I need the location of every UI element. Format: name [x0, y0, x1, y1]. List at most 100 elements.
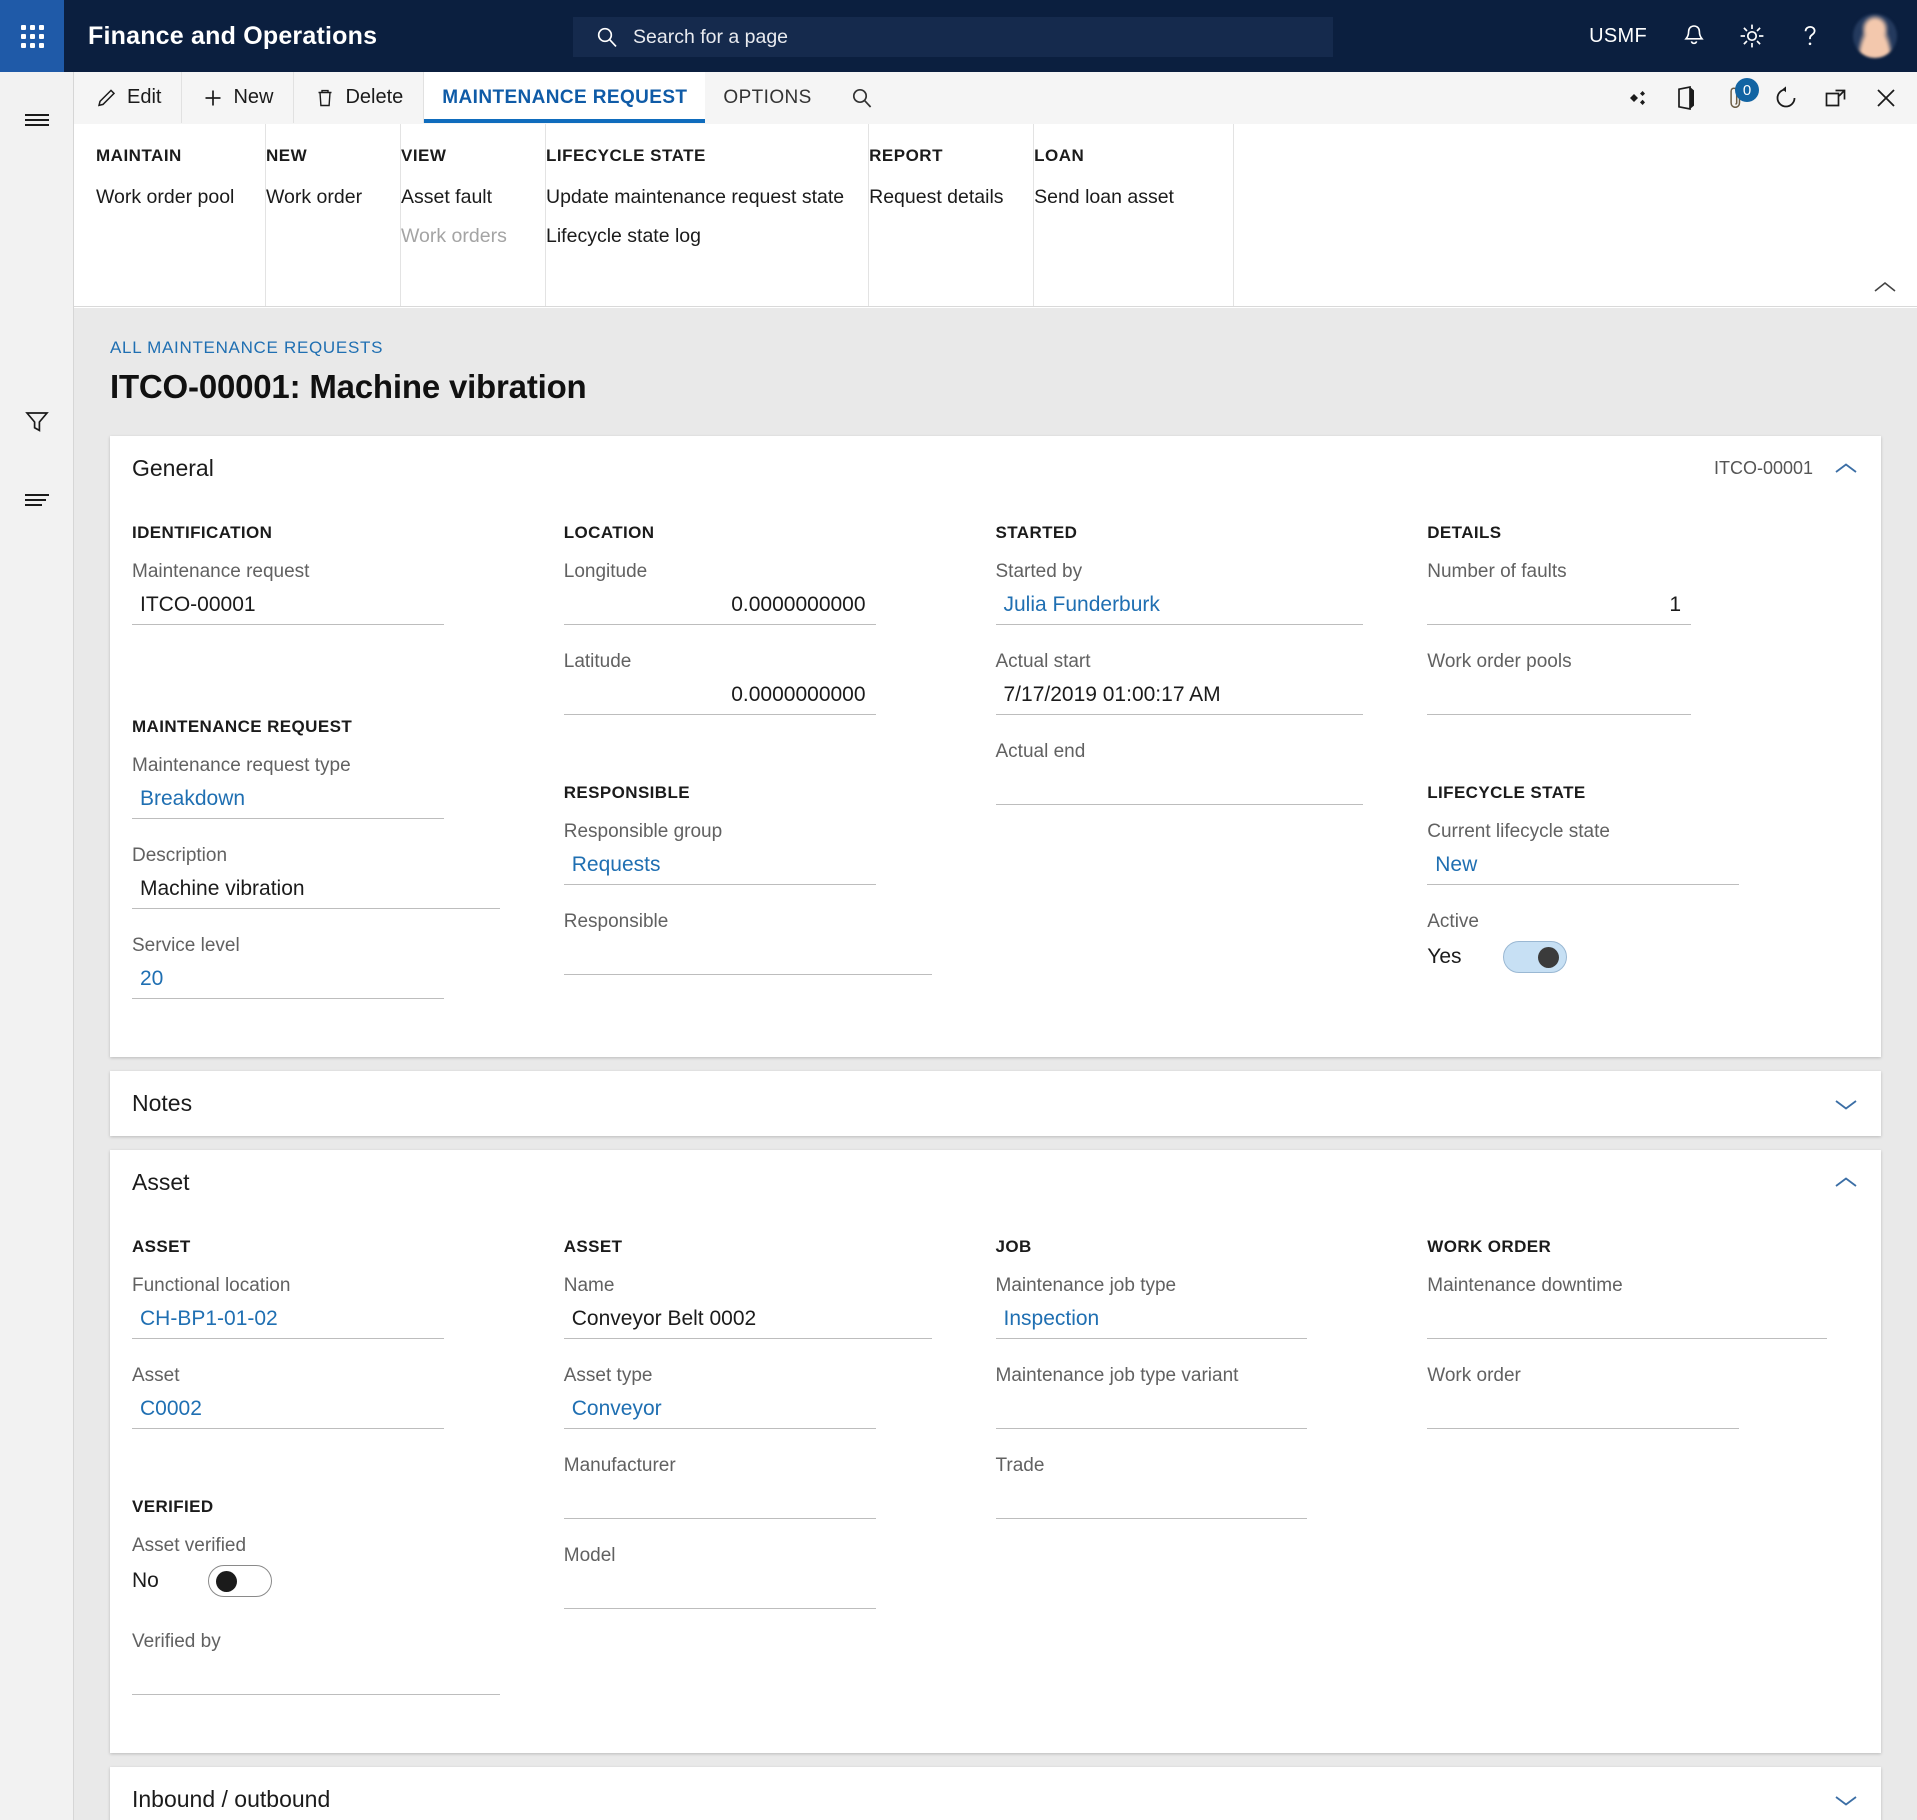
close-icon[interactable] [1863, 72, 1909, 124]
field-verified-by: Verified by [132, 1631, 532, 1695]
field-value[interactable]: ITCO-00001 [132, 591, 444, 625]
field-value[interactable] [1427, 1395, 1739, 1429]
ribbon-group-view: VIEW Asset fault Work orders [401, 124, 546, 306]
help-question-icon[interactable] [1781, 0, 1839, 72]
group-label-details: DETAILS [1427, 523, 1827, 543]
field-functional-location: Functional location CH-BP1-01-02 [132, 1275, 532, 1339]
asset-verified-toggle[interactable] [208, 1565, 272, 1597]
delete-button[interactable]: Delete [294, 72, 424, 123]
section-notes-header[interactable]: Notes [110, 1071, 1881, 1136]
field-label: Asset [132, 1365, 532, 1387]
section-general-header[interactable]: General ITCO-00001 [110, 436, 1881, 501]
relationships-icon[interactable] [1613, 72, 1659, 124]
field-value[interactable]: CH-BP1-01-02 [132, 1305, 444, 1339]
field-label: Active [1427, 911, 1827, 933]
field-label: Asset verified [132, 1535, 532, 1557]
ribbon-group-title: LIFECYCLE STATE [546, 146, 844, 166]
field-value[interactable] [996, 771, 1364, 805]
field-longitude: Longitude 0.0000000000 [564, 561, 964, 625]
attachment-icon[interactable]: 0 [1713, 72, 1759, 124]
field-value[interactable] [564, 1575, 876, 1609]
field-asset-type: Asset type Conveyor [564, 1365, 964, 1429]
field-value[interactable]: Breakdown [132, 785, 444, 819]
ribbon-item-work-order[interactable]: Work order [266, 186, 376, 209]
field-value[interactable]: 0.0000000000 [564, 681, 876, 715]
field-trade: Trade [996, 1455, 1396, 1519]
office-app-icon[interactable] [1663, 72, 1709, 124]
breadcrumb[interactable]: ALL MAINTENANCE REQUESTS [74, 308, 1917, 358]
field-value[interactable] [564, 941, 932, 975]
general-column-started: STARTED Started by Julia Funderburk Actu… [996, 505, 1428, 1025]
new-button-label: New [233, 86, 273, 109]
field-value[interactable]: Conveyor [564, 1395, 876, 1429]
action-search-icon[interactable] [830, 72, 894, 123]
user-avatar[interactable] [1853, 14, 1897, 58]
field-asset-verified: Asset verified No [132, 1535, 532, 1597]
field-work-order-pools: Work order pools [1427, 651, 1827, 715]
notification-bell-icon[interactable] [1665, 0, 1723, 72]
ribbon-item-lifecycle-state-log[interactable]: Lifecycle state log [546, 225, 844, 248]
group-label-asset: ASSET [132, 1237, 532, 1257]
field-value[interactable]: Conveyor Belt 0002 [564, 1305, 932, 1339]
field-label: Responsible [564, 911, 964, 933]
page-body: ALL MAINTENANCE REQUESTS ITCO-00001: Mac… [74, 308, 1917, 1820]
section-general-body: IDENTIFICATION Maintenance request ITCO-… [110, 501, 1881, 1057]
field-value[interactable]: 1 [1427, 591, 1691, 625]
chevron-up-icon[interactable] [1833, 1174, 1859, 1192]
left-rail [0, 72, 74, 1820]
field-value[interactable]: C0002 [132, 1395, 444, 1429]
active-toggle[interactable] [1503, 941, 1567, 973]
section-inbound-outbound-header[interactable]: Inbound / outbound [110, 1767, 1881, 1820]
ribbon-item-asset-fault[interactable]: Asset fault [401, 186, 521, 209]
chevron-down-icon[interactable] [1833, 1791, 1859, 1809]
refresh-icon[interactable] [1763, 72, 1809, 124]
field-value[interactable] [996, 1485, 1308, 1519]
tab-maintenance-request[interactable]: MAINTENANCE REQUEST [424, 72, 705, 123]
trash-icon [314, 87, 336, 109]
list-view-icon[interactable] [0, 474, 74, 526]
ribbon-item-update-maintenance-request-state[interactable]: Update maintenance request state [546, 186, 844, 209]
field-value[interactable]: 20 [132, 965, 444, 999]
field-value[interactable] [1427, 681, 1691, 715]
field-actual-end: Actual end [996, 741, 1396, 805]
field-value[interactable]: Inspection [996, 1305, 1308, 1339]
page-search-input[interactable]: Search for a page [573, 17, 1333, 57]
chevron-up-icon[interactable] [1871, 278, 1899, 298]
gear-icon[interactable] [1723, 0, 1781, 72]
field-value[interactable]: 7/17/2019 01:00:17 AM [996, 681, 1364, 715]
field-value[interactable]: 0.0000000000 [564, 591, 876, 625]
section-asset-header[interactable]: Asset [110, 1150, 1881, 1215]
field-value[interactable]: Requests [564, 851, 876, 885]
field-value[interactable] [1427, 1305, 1827, 1339]
field-started-by: Started by Julia Funderburk [996, 561, 1396, 625]
ribbon-item-request-details[interactable]: Request details [869, 186, 1009, 209]
field-label: Actual start [996, 651, 1396, 673]
field-value[interactable] [132, 1661, 500, 1695]
chevron-up-icon[interactable] [1833, 460, 1859, 478]
company-selector[interactable]: USMF [1571, 25, 1665, 48]
field-value[interactable] [996, 1395, 1308, 1429]
field-value[interactable] [564, 1485, 876, 1519]
waffle-grid-icon[interactable] [0, 0, 64, 72]
field-label: Manufacturer [564, 1455, 964, 1477]
section-title: Inbound / outbound [132, 1786, 330, 1813]
workspace: Edit New Delete MAINTENANCE REQUEST OPTI… [74, 72, 1917, 1820]
top-navigation-bar: Finance and Operations Search for a page… [0, 0, 1917, 72]
ribbon-item-send-loan-asset[interactable]: Send loan asset [1034, 186, 1209, 209]
edit-button[interactable]: Edit [74, 72, 182, 123]
plus-icon [202, 87, 224, 109]
chevron-down-icon[interactable] [1833, 1095, 1859, 1113]
ribbon-group-title: MAINTAIN [96, 146, 241, 166]
field-value[interactable]: Machine vibration [132, 875, 500, 909]
ribbon-item-work-orders: Work orders [401, 225, 521, 248]
ribbon-group-loan: LOAN Send loan asset [1034, 124, 1234, 306]
ribbon-item-work-order-pool[interactable]: Work order pool [96, 186, 241, 209]
tab-options[interactable]: OPTIONS [705, 72, 829, 123]
new-button[interactable]: New [182, 72, 294, 123]
open-in-new-window-icon[interactable] [1813, 72, 1859, 124]
navigation-menu-icon[interactable] [0, 94, 74, 146]
field-value[interactable]: New [1427, 851, 1739, 885]
field-responsible: Responsible [564, 911, 964, 975]
field-value[interactable]: Julia Funderburk [996, 591, 1364, 625]
filter-funnel-icon[interactable] [0, 396, 74, 448]
